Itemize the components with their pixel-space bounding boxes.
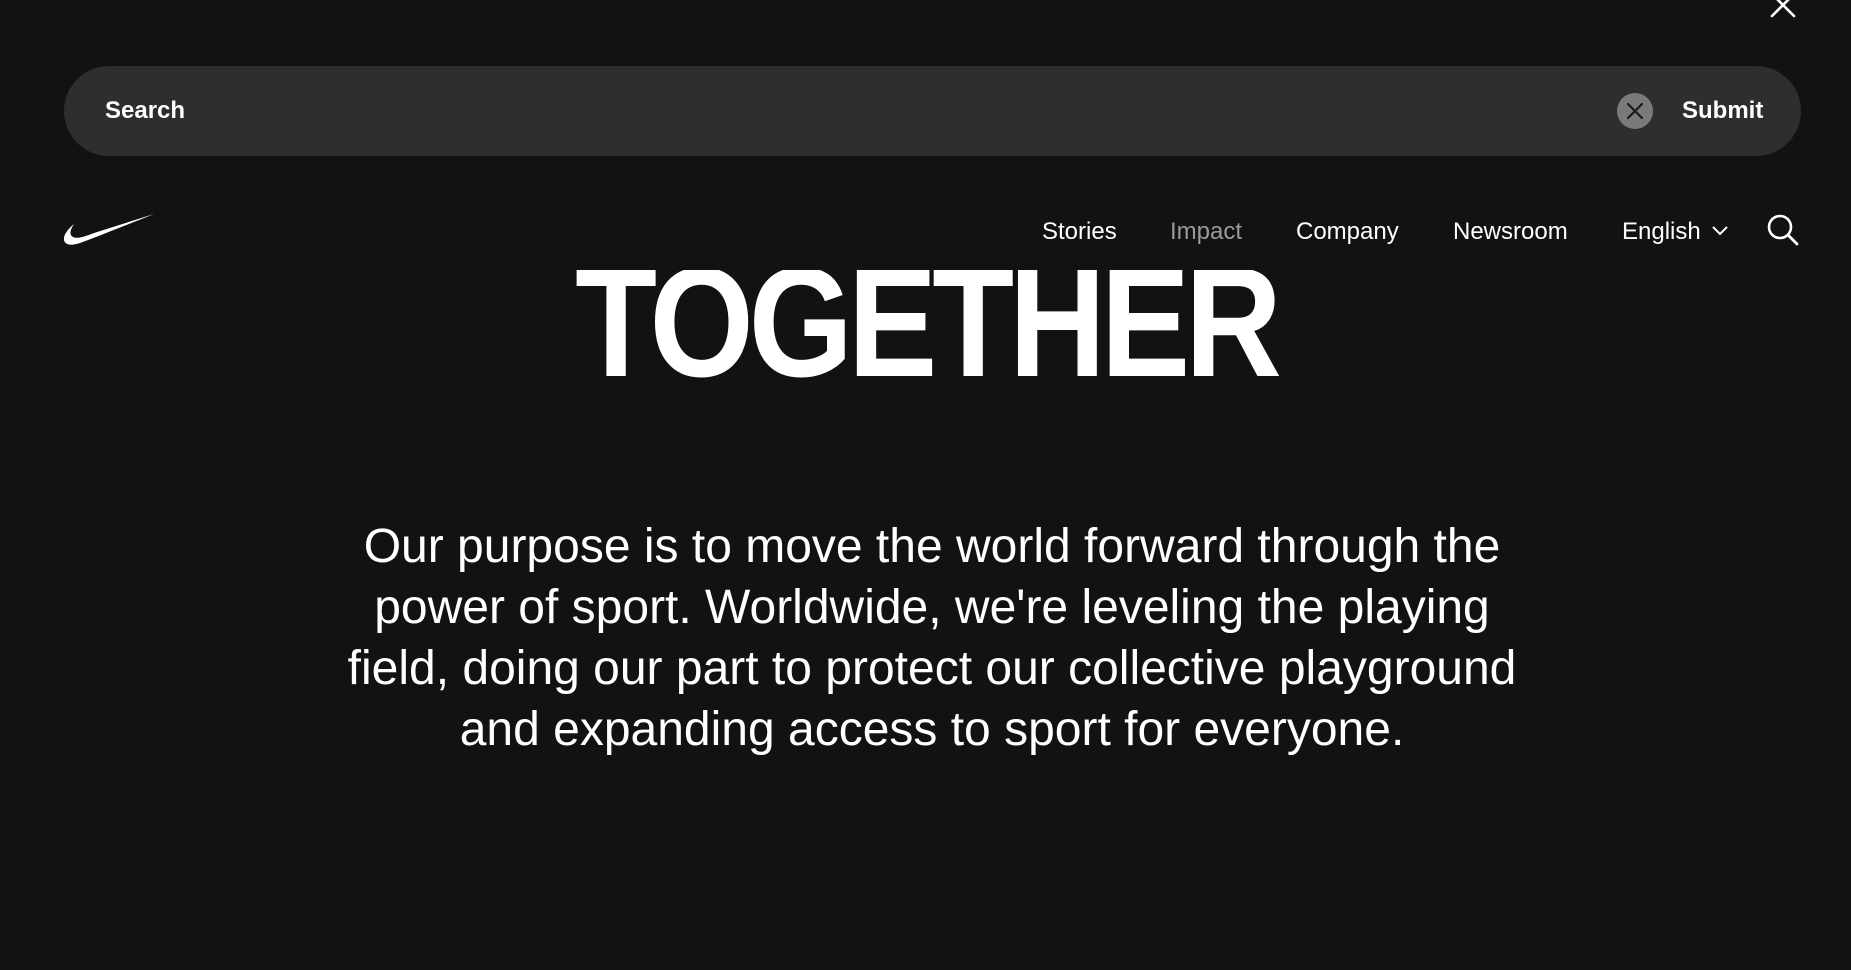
- language-selector[interactable]: English: [1622, 214, 1701, 250]
- search-icon: [1767, 214, 1799, 246]
- nav-item-newsroom[interactable]: Newsroom: [1453, 214, 1568, 250]
- language-label: English: [1622, 218, 1701, 245]
- search-input[interactable]: [105, 91, 1605, 131]
- nike-logo-link[interactable]: [63, 212, 154, 248]
- close-search-overlay-button[interactable]: [1764, 0, 1802, 24]
- clear-search-button[interactable]: [1617, 93, 1653, 129]
- nav-item-company[interactable]: Company: [1296, 214, 1399, 250]
- search-toggle-button[interactable]: [1766, 213, 1800, 247]
- page: Submit Stories Impact Company Newsroom E…: [0, 0, 1851, 970]
- chevron-down-icon: [1712, 226, 1728, 236]
- nav-item-stories[interactable]: Stories: [1042, 214, 1117, 250]
- search-bar: Submit: [64, 66, 1801, 156]
- submit-button[interactable]: Submit: [1682, 94, 1763, 128]
- clear-icon: [1626, 102, 1644, 120]
- nav-item-impact[interactable]: Impact: [1170, 214, 1242, 250]
- hero-title-text: TOGETHER: [574, 270, 1282, 400]
- swoosh-logo: [63, 214, 154, 245]
- close-icon: [1770, 0, 1796, 18]
- hero-title: TOGETHER: [0, 270, 1851, 400]
- purpose-statement: Our purpose is to move the world forward…: [347, 520, 1517, 756]
